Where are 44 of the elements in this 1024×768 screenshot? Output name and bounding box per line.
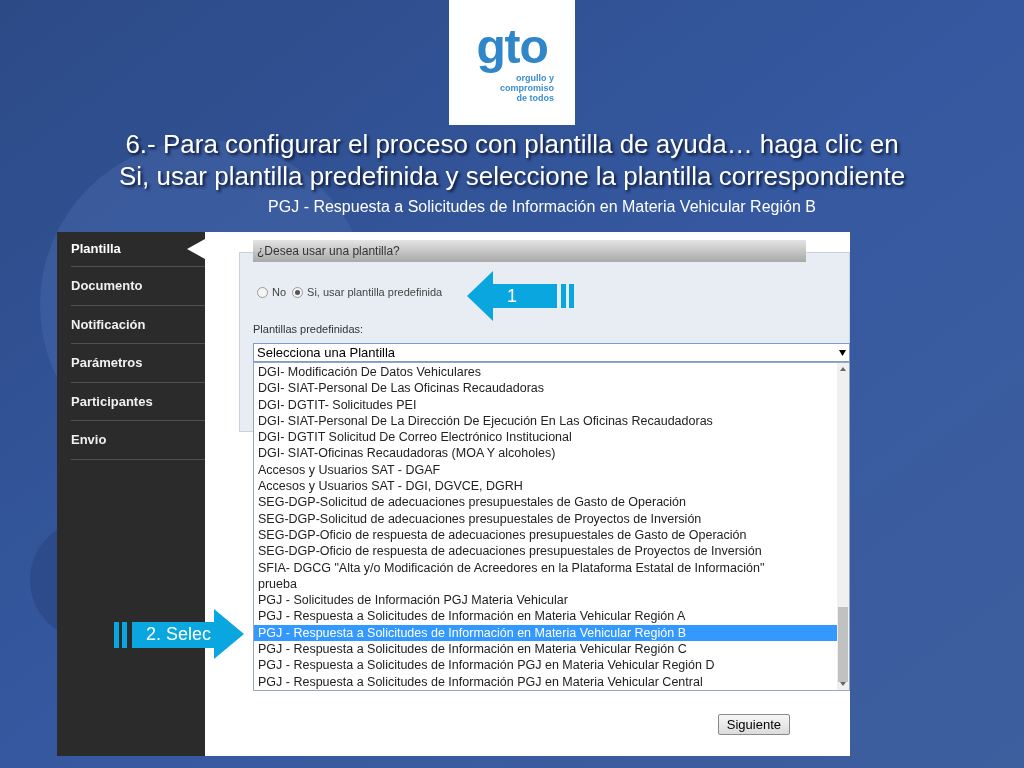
sidebar-item[interactable]: Envio [71, 421, 205, 460]
list-option[interactable]: PGJ - Respuesta a Solicitudes de Información en Materia Vehicular Región A [254, 608, 837, 625]
logo-text: gto [476, 22, 548, 71]
list-option[interactable]: SEG-DGP-Oficio de respuesta de adecuaciones presupuestales de Proyectos de Inversión [254, 543, 837, 560]
sidebar-item[interactable]: Documento [71, 267, 205, 306]
arrow-icon [114, 609, 244, 659]
next-button[interactable]: Siguiente [717, 714, 790, 735]
callout-text: 2. Selec [146, 622, 212, 646]
list-option[interactable]: SEG-DGP-Solicitud de adecuaciones presupuestales de Proyectos de Inversión [254, 510, 837, 527]
list-option[interactable]: PGJ - Respuesta a Solicitudes de Información PGJ en Materia Vehicular Región D [254, 657, 837, 674]
list-option[interactable]: DGI- SIAT-Personal De Las Oficinas Recaudadoras [254, 380, 837, 397]
callout-text: 1 [507, 284, 517, 308]
list-option[interactable]: SEG-DGP-Oficio de respuesta de adecuaciones presupuestales de Gasto de Operación [254, 526, 837, 544]
slide-title: Si, usar plantilla predefinida y seleccione la plantilla correspondiente [118, 160, 906, 192]
panel-heading: ¿Desea usar una plantilla? [253, 240, 806, 262]
logo-tagline: de todos [516, 92, 554, 103]
logo-tagline: compromiso [500, 82, 554, 93]
logo-tagline: orgullo y [516, 72, 554, 83]
scroll-up-icon [840, 367, 846, 371]
list-option[interactable]: DGI- Modificación De Datos Vehiculares [254, 364, 837, 381]
notch-icon [187, 239, 205, 259]
radio-option[interactable]: No [257, 284, 287, 301]
sidebar-item[interactable]: Notificación [71, 305, 205, 344]
list-option[interactable]: DGI- DGTIT Solicitud De Correo Electrónico Institucional [254, 429, 837, 446]
dropdown-icon [839, 349, 846, 356]
list-option[interactable]: PGJ - Respuesta a Solicitudes de Información en Materia Vehicular Región C [254, 641, 837, 658]
list-option[interactable]: DGI- DGTIT- Solicitudes PEI [254, 396, 837, 413]
list-option[interactable]: DGI- SIAT-Personal De La Dirección De Ejecución En Las Oficinas Recaudadoras [254, 412, 837, 430]
list-option[interactable]: DGI- SIAT-Oficinas Recaudadoras (MOA Y alcoholes) [254, 445, 837, 462]
list-option[interactable]: PGJ - Respuesta a Solicitudes de Información PGJ en Materia Vehicular Central [254, 673, 837, 690]
slide-subtitle: PGJ - Respuesta a Solicitudes de Información en Materia Vehicular Región B [268, 197, 816, 217]
sidebar-item[interactable]: Participantes [71, 382, 205, 421]
radio-option[interactable]: Si, usar plantilla predefinida [292, 284, 443, 301]
list-option[interactable]: SFIA- DGCG "Alta y/o Modificación de Acreedores en la Plataforma Estatal de Información" [254, 559, 837, 576]
list-option[interactable]: Accesos y Usuarios SAT - DGAF [254, 461, 837, 479]
list-option[interactable]: Accesos y Usuarios SAT - DGI, DGVCE, DGRH [254, 478, 837, 495]
select-field[interactable]: Selecciona una Plantilla [253, 343, 850, 362]
list-option[interactable]: prueba [254, 575, 837, 593]
list-option[interactable]: PGJ - Solicitudes de Información PGJ Materia Vehicular [254, 592, 837, 609]
slide-title: 6.- Para configurar el proceso con plantilla de ayuda… haga clic en [125, 128, 899, 160]
list-option[interactable]: SEG-DGP-Solicitud de adecuaciones presupuestales de Gasto de Operación [254, 494, 837, 511]
sidebar-item[interactable]: Plantilla [71, 232, 205, 267]
sidebar-item[interactable]: Parámetros [71, 344, 205, 383]
field-label: Plantillas predefinidas: [253, 321, 365, 337]
